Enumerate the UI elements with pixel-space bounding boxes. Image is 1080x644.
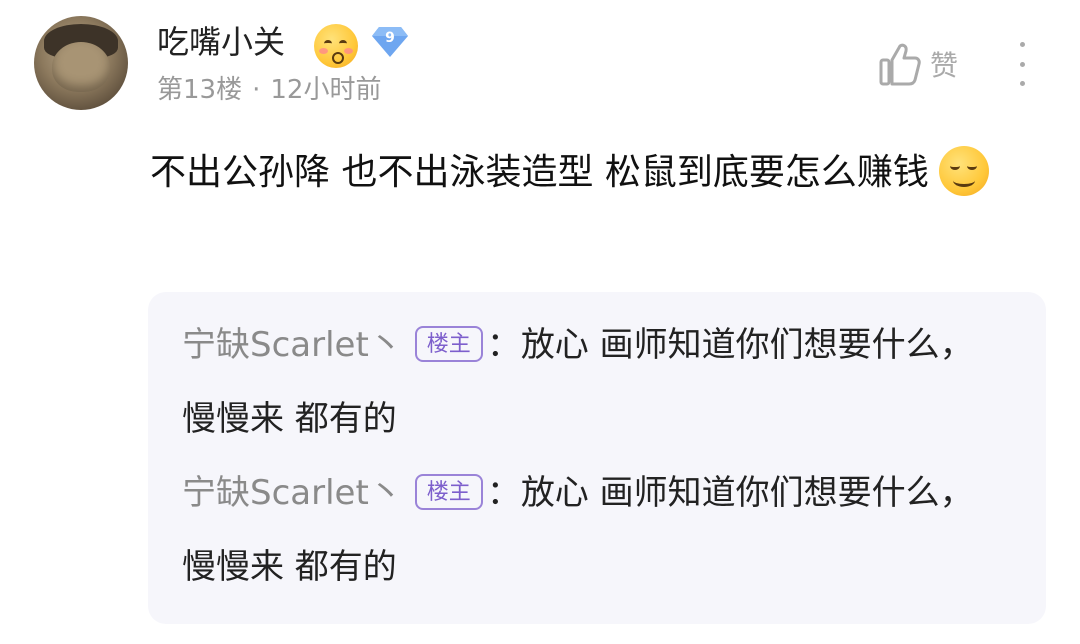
like-label: 赞 — [930, 49, 959, 82]
op-badge: 楼主 — [414, 325, 483, 362]
username[interactable]: 吃嘴小关 — [157, 20, 285, 64]
laughing-face-emoji-icon — [938, 146, 989, 196]
reply-separator: ： — [486, 325, 521, 365]
level-number: 9 — [385, 30, 395, 46]
comment-content: 不出公孙降 也不出泳装造型 松鼠到底要怎么赚钱 — [150, 138, 1030, 208]
level-badge: 9 — [371, 25, 409, 59]
more-dot-icon — [1019, 61, 1025, 67]
op-badge: 楼主 — [414, 473, 483, 510]
comment-text: 不出公孙降 也不出泳装造型 松鼠到底要怎么赚钱 — [150, 152, 929, 193]
like-button[interactable]: 赞 — [878, 40, 958, 88]
reply-author[interactable]: 宁缺Scarlet丶 — [182, 325, 403, 365]
floor-number: 第13楼 — [157, 75, 243, 105]
reply-author[interactable]: 宁缺Scarlet丶 — [182, 473, 403, 513]
comment-meta: 第13楼 · 12小时前 — [157, 72, 381, 108]
reply-separator: ： — [486, 473, 521, 513]
avatar-face — [52, 42, 110, 92]
replies-panel[interactable]: 宁缺Scarlet丶 楼主 ：放心 画师知道你们想要什么，慢慢来 都有的 宁缺Sca… — [148, 292, 1046, 624]
reply-item[interactable]: 宁缺Scarlet丶 楼主 ：放心 画师知道你们想要什么，慢慢来 都有的 — [182, 456, 1002, 604]
meta-separator: · — [252, 75, 261, 105]
post-time: 12小时前 — [270, 75, 382, 105]
more-dot-icon — [1019, 81, 1025, 86]
thumbs-up-icon — [879, 43, 921, 86]
kissing-blushing-face-emoji-icon — [314, 24, 358, 68]
user-avatar[interactable] — [34, 16, 128, 110]
more-dot-icon — [1019, 42, 1025, 47]
reply-item[interactable]: 宁缺Scarlet丶 楼主 ：放心 画师知道你们想要什么，慢慢来 都有的 — [182, 308, 1002, 456]
more-options-button[interactable] — [1010, 42, 1034, 86]
